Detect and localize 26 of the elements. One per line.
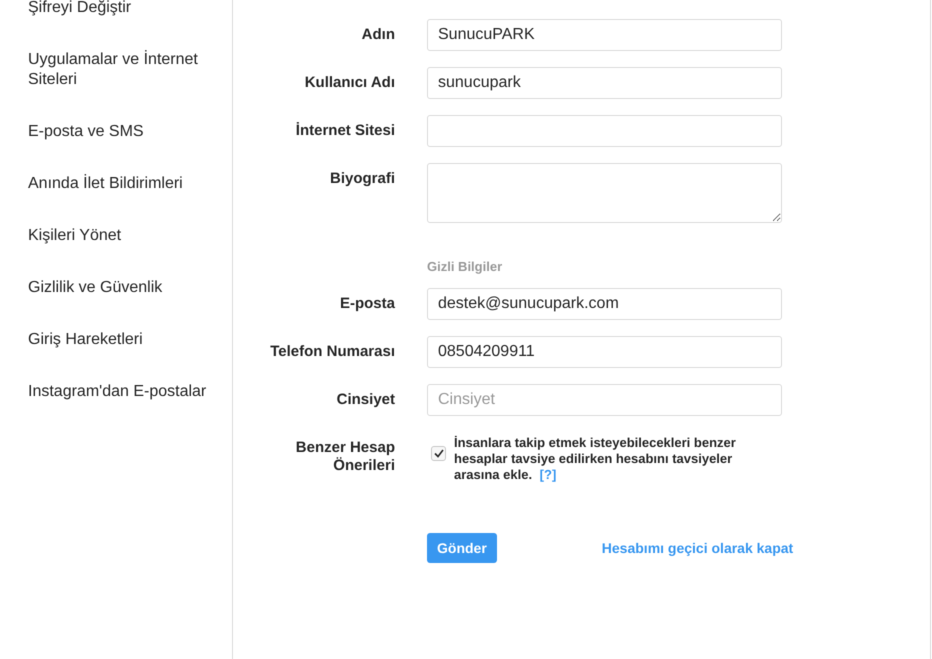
sidebar-item[interactable]: Uygulamalar ve İnternet Siteleri <box>28 50 218 90</box>
field-label: E-posta <box>340 294 395 314</box>
field-label: Cinsiyet <box>336 390 395 410</box>
sidebar-item[interactable]: Instagram'dan E-postalar <box>28 382 206 402</box>
field-label: Biyografi <box>330 169 395 189</box>
input-field[interactable]: destek@sunucupark.com <box>427 288 782 320</box>
section-heading: Gizli Bilgiler <box>427 258 504 274</box>
sidebar-item[interactable]: Anında İlet Bildirimleri <box>28 174 183 194</box>
field-label: İnternet Sitesi <box>296 121 395 141</box>
sidebar-item[interactable]: E-posta ve SMS <box>28 122 144 142</box>
input-field[interactable]: Cinsiyet <box>427 384 782 416</box>
input-field[interactable]: SunucuPARK <box>427 19 782 51</box>
sidebar-item[interactable]: Gizlilik ve Güvenlik <box>28 278 162 298</box>
input-field[interactable] <box>427 115 782 147</box>
input-field[interactable]: sunucupark <box>427 67 782 99</box>
sidebar-item[interactable]: Şifreyi Değiştir <box>28 0 132 18</box>
sidebar-item[interactable]: Giriş Hareketleri <box>28 330 143 350</box>
input-field[interactable]: 08504209911 <box>427 336 782 368</box>
checkbox[interactable] <box>431 446 446 461</box>
field-label: Telefon Numarası <box>270 342 395 362</box>
field-label: Kullanıcı Adı <box>304 73 395 93</box>
checkbox-description: İnsanlara takip etmek isteyebilecekleri benzer hesaplar tavsiye edilirken hesabını tavsiyeler arasına ekle. [?] <box>454 435 737 483</box>
textarea-field[interactable] <box>427 163 782 223</box>
sidebar-item[interactable]: Kişileri Yönet <box>28 226 122 246</box>
field-label: Benzer Hesap Önerileri <box>294 438 395 476</box>
field-label: Adın <box>362 25 395 45</box>
